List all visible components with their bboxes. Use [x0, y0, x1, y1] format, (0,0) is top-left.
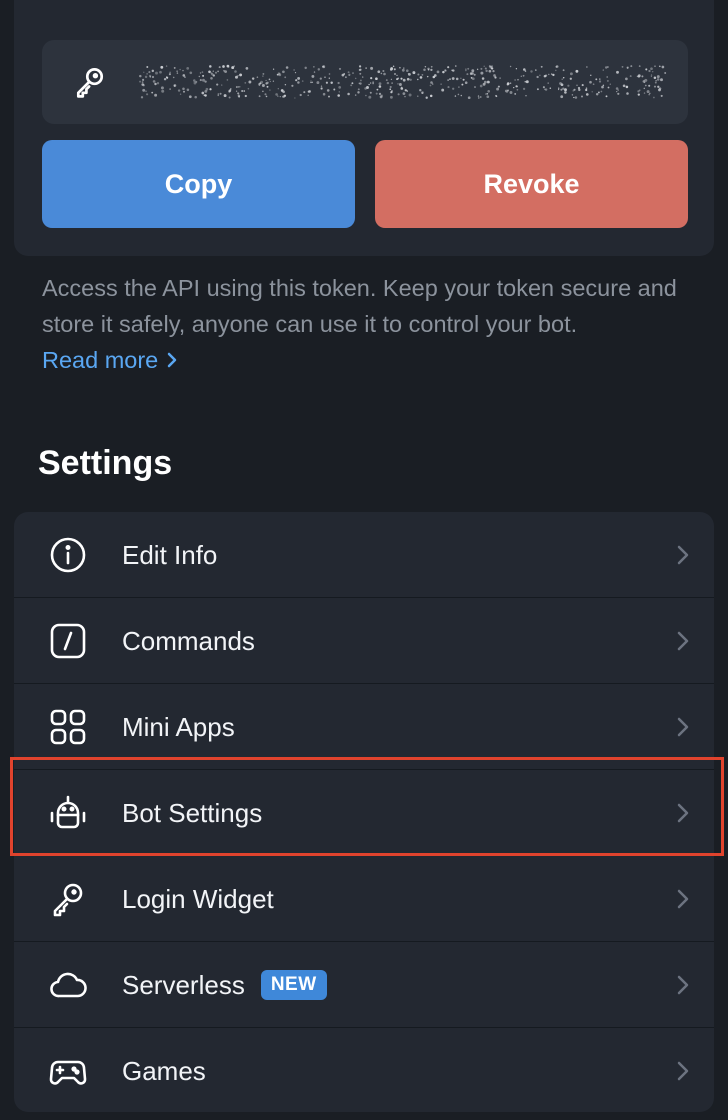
chevron-right-icon	[677, 803, 689, 823]
settings-item-label: Games	[122, 1055, 206, 1086]
token-panel: •••••••••••••••••••••••••••••••• Copy Re…	[14, 0, 714, 256]
settings-item-label: Login Widget	[122, 883, 274, 914]
token-description: Access the API using this token. Keep yo…	[42, 275, 677, 337]
settings-item-games[interactable]: Games	[14, 1028, 714, 1112]
settings-item-label: Commands	[122, 625, 255, 656]
copy-button[interactable]: Copy	[42, 140, 355, 228]
settings-item-commands[interactable]: Commands	[14, 598, 714, 684]
settings-item-label: Mini Apps	[122, 711, 235, 742]
chevron-right-icon	[677, 545, 689, 565]
key-icon	[76, 68, 104, 98]
settings-item-serverless[interactable]: Serverless NEW	[14, 942, 714, 1028]
cloud-icon	[50, 972, 87, 998]
settings-item-mini-apps[interactable]: Mini Apps	[14, 684, 714, 770]
chevron-right-icon	[168, 352, 177, 368]
revoke-button[interactable]: Revoke	[375, 140, 688, 228]
settings-item-bot-settings[interactable]: Bot Settings	[14, 770, 714, 856]
chevron-right-icon	[677, 1061, 689, 1081]
settings-item-label-group: Serverless NEW	[122, 942, 327, 1028]
read-more-label: Read more	[42, 347, 159, 373]
new-badge: NEW	[260, 970, 327, 1000]
key-icon	[53, 883, 83, 917]
settings-item-login-widget[interactable]: Login Widget	[14, 856, 714, 942]
token-value-masked	[139, 64, 667, 100]
settings-item-label: Serverless	[122, 969, 245, 1000]
chevron-right-icon	[677, 631, 689, 651]
settings-item-label: Bot Settings	[122, 797, 263, 828]
read-more-link[interactable]: Read more	[42, 342, 178, 378]
chevron-right-icon	[677, 889, 689, 909]
info-icon	[50, 537, 86, 573]
token-field[interactable]: ••••••••••••••••••••••••••••••••	[42, 40, 688, 124]
settings-heading: Settings	[38, 444, 173, 482]
grid-apps-icon	[50, 709, 86, 745]
chevron-right-icon	[677, 975, 689, 995]
settings-item-label: Edit Info	[122, 539, 218, 570]
settings-list: Edit Info Commands Mini Apps Bot Setting…	[14, 512, 714, 1112]
chevron-right-icon	[677, 717, 689, 737]
slash-command-icon	[50, 623, 86, 659]
settings-item-edit-info[interactable]: Edit Info	[14, 512, 714, 598]
robot-icon	[50, 795, 86, 829]
gamepad-icon	[49, 1060, 87, 1085]
